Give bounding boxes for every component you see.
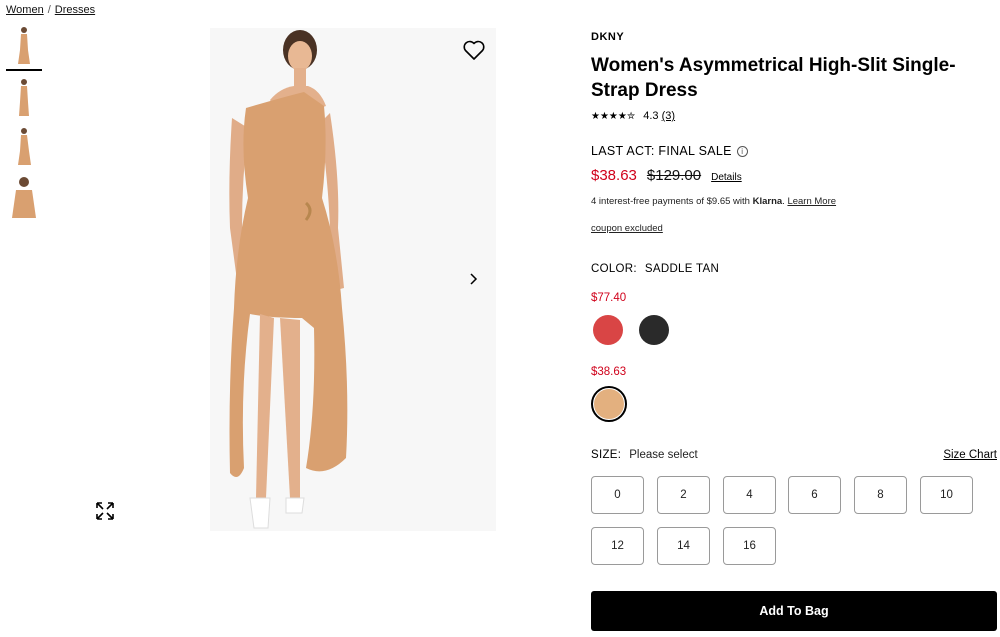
- size-button-14[interactable]: 14: [657, 527, 710, 565]
- thumbnail-3[interactable]: [6, 125, 42, 169]
- klarna-text: 4 interest-free payments of $9.65 with: [591, 196, 750, 207]
- size-button-8[interactable]: 8: [854, 476, 907, 514]
- size-label: SIZE: Please select: [591, 449, 698, 461]
- swatch-black[interactable]: [639, 315, 669, 345]
- size-button-16[interactable]: 16: [723, 527, 776, 565]
- size-button-4[interactable]: 4: [723, 476, 776, 514]
- color-label-text: COLOR:: [591, 263, 637, 275]
- learn-more-link[interactable]: Learn More: [787, 196, 836, 207]
- final-sale-text: LAST ACT: FINAL SALE: [591, 144, 732, 158]
- thumbnail-image-3: [18, 128, 31, 165]
- size-button-2[interactable]: 2: [657, 476, 710, 514]
- swatch-red[interactable]: [593, 315, 623, 345]
- breadcrumb-women[interactable]: Women: [6, 4, 44, 16]
- info-icon[interactable]: i: [736, 145, 748, 157]
- heart-icon[interactable]: [462, 38, 486, 62]
- chevron-right-icon[interactable]: [462, 268, 484, 290]
- size-button-12[interactable]: 12: [591, 527, 644, 565]
- breadcrumb-separator: /: [47, 4, 51, 16]
- size-button-10[interactable]: 10: [920, 476, 973, 514]
- size-prompt: Please select: [629, 449, 698, 461]
- product-title: Women's Asymmetrical High-Slit Single-St…: [591, 55, 956, 101]
- brand-name[interactable]: DKNY: [591, 31, 624, 43]
- thumbnail-image-2: [19, 79, 29, 116]
- thumbnail-2[interactable]: [6, 76, 42, 120]
- product-photo: [210, 28, 496, 531]
- size-label-text: SIZE:: [591, 449, 622, 461]
- thumbnail-list: [6, 24, 42, 223]
- swatch-group-price-1: $77.40: [591, 292, 627, 304]
- sale-price: $38.63: [591, 167, 637, 184]
- rating-value: 4.3: [643, 110, 659, 122]
- review-count[interactable]: (3): [662, 110, 675, 122]
- swatch-saddle-tan[interactable]: [594, 389, 624, 419]
- thumbnail-4[interactable]: [6, 174, 42, 218]
- rating-stars-icon: ★★★★✮: [591, 110, 636, 122]
- breadcrumb-dresses[interactable]: Dresses: [55, 4, 95, 16]
- size-button-6[interactable]: 6: [788, 476, 841, 514]
- coupon-excluded-link[interactable]: coupon excluded: [591, 223, 663, 234]
- thumbnail-1[interactable]: [6, 24, 42, 71]
- klarna-logo: Klarna: [752, 196, 783, 207]
- main-product-image[interactable]: [210, 28, 496, 531]
- rating[interactable]: ★★★★✮ 4.3 (3): [591, 110, 675, 122]
- details-link[interactable]: Details: [711, 172, 742, 183]
- breadcrumb: Women / Dresses: [6, 4, 95, 16]
- expand-icon[interactable]: [94, 500, 116, 522]
- color-value: SADDLE TAN: [644, 263, 720, 275]
- thumbnail-image-1: [18, 27, 30, 64]
- klarna-message: 4 interest-free payments of $9.65 with K…: [591, 196, 836, 207]
- color-label: COLOR: SADDLE TAN: [591, 263, 719, 275]
- final-sale-label: LAST ACT: FINAL SALE i: [591, 144, 748, 158]
- original-price: $129.00: [646, 167, 702, 184]
- add-to-bag-button[interactable]: Add To Bag: [591, 591, 997, 631]
- klarna-suffix: .: [782, 196, 785, 207]
- price-block: $38.63 $129.00 Details: [591, 167, 742, 184]
- size-chart-link[interactable]: Size Chart: [943, 449, 997, 461]
- thumbnail-image-4: [12, 177, 36, 218]
- size-button-0[interactable]: 0: [591, 476, 644, 514]
- swatch-group-price-2: $38.63: [591, 366, 627, 378]
